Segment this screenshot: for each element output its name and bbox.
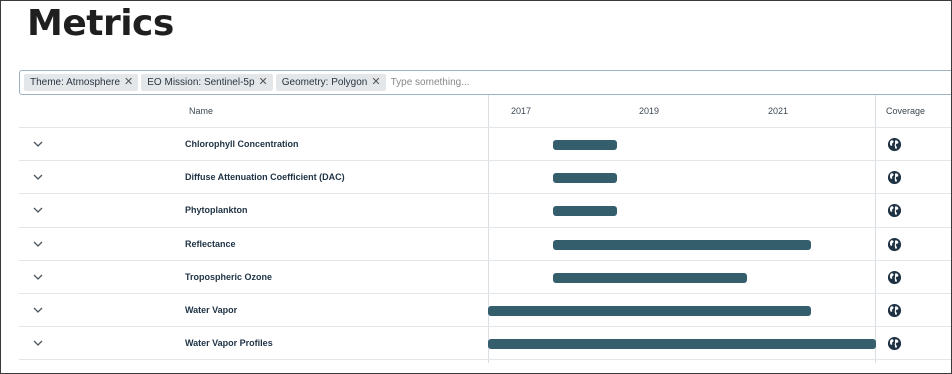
filter-chip-mission[interactable]: EO Mission: Sentinel-5p ✕	[141, 74, 273, 91]
chevron-down-icon[interactable]	[32, 204, 44, 216]
timeline-track	[488, 161, 876, 194]
timeline-track	[488, 294, 876, 327]
availability-bar	[488, 305, 812, 316]
timeline-header: 2017 2019 2021	[488, 95, 876, 128]
globe-icon[interactable]	[887, 203, 902, 218]
globe-icon[interactable]	[887, 336, 902, 351]
filter-chip-label: EO Mission: Sentinel-5p	[147, 77, 255, 88]
globe-icon[interactable]	[887, 237, 902, 252]
metrics-table: Name 2017 2019 2021 Coverage Chlorophyll…	[19, 95, 951, 363]
filter-chip-theme[interactable]: Theme: Atmosphere ✕	[24, 74, 139, 91]
metric-name: Water Vapor	[185, 304, 238, 315]
table-row[interactable]: Phytoplankton	[19, 194, 951, 228]
metric-name: Water Vapor Profiles	[185, 338, 273, 349]
metric-name: Tropospheric Ozone	[185, 271, 273, 282]
search-input[interactable]	[390, 77, 591, 88]
table-row[interactable]: Water Vapor Profiles	[19, 327, 951, 361]
year-label: 2017	[511, 106, 532, 116]
chevron-down-icon[interactable]	[32, 304, 44, 316]
globe-icon[interactable]	[887, 137, 902, 152]
filter-chip-geometry[interactable]: Geometry: Polygon ✕	[275, 74, 386, 91]
timeline-track	[488, 128, 876, 161]
year-label: 2021	[768, 106, 789, 116]
availability-bar	[552, 239, 812, 250]
availability-bar	[552, 173, 618, 184]
app-frame: Metrics Theme: Atmosphere ✕ EO Mission: …	[0, 0, 952, 374]
chevron-down-icon[interactable]	[32, 271, 44, 283]
table-header: Name 2017 2019 2021 Coverage	[19, 95, 951, 128]
timeline-track	[488, 228, 876, 261]
chevron-down-icon[interactable]	[32, 238, 44, 250]
availability-bar	[552, 206, 618, 217]
table-body: Chlorophyll Concentration Diffuse Attenua…	[19, 128, 951, 361]
metric-name: Chlorophyll Concentration	[185, 139, 299, 149]
timeline-track	[488, 261, 876, 294]
table-row[interactable]: Tropospheric Ozone	[19, 261, 951, 294]
year-label: 2019	[639, 106, 660, 116]
filter-chip-label: Geometry: Polygon	[281, 77, 368, 88]
table-row[interactable]: Water Vapor	[19, 294, 951, 328]
table-row[interactable]: Diffuse Attenuation Coefficient (DAC)	[19, 161, 951, 195]
remove-filter-icon[interactable]: ✕	[259, 77, 268, 88]
remove-filter-icon[interactable]: ✕	[124, 77, 133, 88]
availability-bar	[488, 339, 876, 350]
timeline-track	[488, 194, 876, 227]
globe-icon[interactable]	[887, 270, 902, 285]
chevron-down-icon[interactable]	[32, 138, 44, 150]
filter-bar[interactable]: Theme: Atmosphere ✕ EO Mission: Sentinel…	[19, 70, 951, 95]
metric-name: Diffuse Attenuation Coefficient (DAC)	[185, 172, 345, 183]
metric-name: Reflectance	[185, 238, 236, 249]
availability-bar	[552, 140, 618, 150]
globe-icon[interactable]	[887, 303, 902, 318]
remove-filter-icon[interactable]: ✕	[371, 77, 380, 88]
table-row[interactable]: Chlorophyll Concentration	[19, 128, 951, 162]
availability-bar	[552, 272, 747, 283]
filter-chip-label: Theme: Atmosphere	[30, 77, 121, 88]
chevron-down-icon[interactable]	[32, 171, 44, 183]
globe-icon[interactable]	[887, 170, 902, 185]
table-row[interactable]: Reflectance	[19, 228, 951, 261]
page-title: Metrics	[27, 3, 174, 44]
header-name: Name	[189, 106, 214, 116]
chevron-down-icon[interactable]	[32, 337, 44, 349]
header-coverage: Coverage	[886, 106, 926, 116]
timeline-track	[488, 327, 876, 360]
metric-name: Phytoplankton	[185, 205, 248, 216]
